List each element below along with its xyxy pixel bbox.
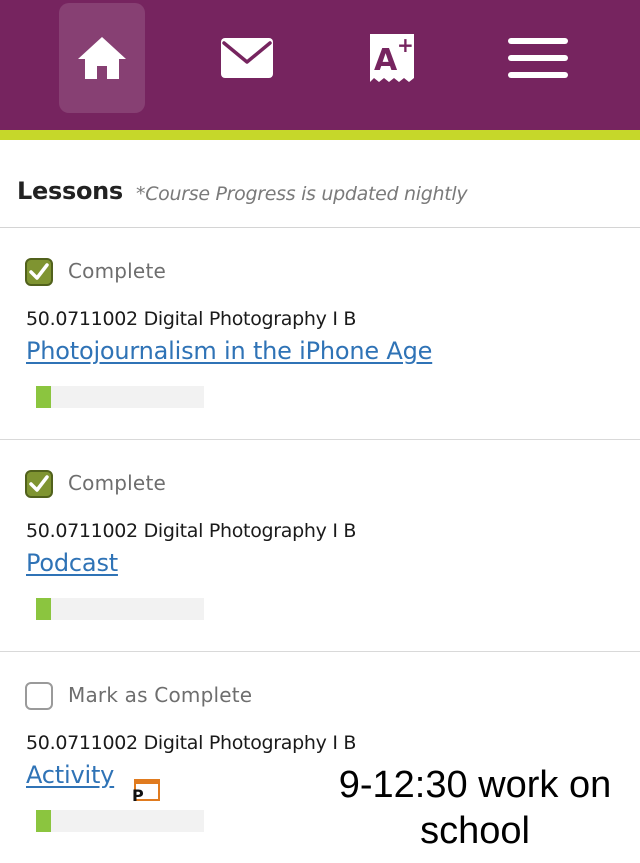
progress-bar xyxy=(36,810,204,832)
svg-text:+: + xyxy=(397,33,414,57)
svg-text:A: A xyxy=(374,43,398,78)
lesson-title-link[interactable]: Activity xyxy=(26,761,114,789)
lesson-title-link[interactable]: Photojournalism in the iPhone Age xyxy=(26,337,432,365)
top-nav-bar: A + xyxy=(0,0,640,130)
svg-text:P: P xyxy=(132,786,144,803)
completion-status: Complete xyxy=(68,471,166,495)
completion-status: Mark as Complete xyxy=(68,683,253,707)
course-name: 50.0711002 Digital Photography I B xyxy=(26,732,357,754)
progress-bar-fill xyxy=(36,386,52,408)
lessons-header: Lessons *Course Progress is updated nigh… xyxy=(0,140,640,228)
mail-icon xyxy=(221,38,273,78)
mark-complete-checkbox[interactable] xyxy=(25,682,53,710)
checkmark-icon xyxy=(29,263,49,280)
complete-checkbox[interactable] xyxy=(25,258,53,286)
completion-status: Complete xyxy=(68,259,166,283)
progress-bar-fill xyxy=(36,598,52,620)
course-name: 50.0711002 Digital Photography I B xyxy=(26,520,357,542)
checkmark-icon xyxy=(29,475,49,492)
nav-messages-button[interactable] xyxy=(204,3,290,113)
top-nav-accent-stripe xyxy=(0,130,640,140)
nav-home-button[interactable] xyxy=(59,3,145,113)
grades-icon: A + xyxy=(370,33,414,82)
nav-menu-button[interactable] xyxy=(495,3,581,113)
page-title: Lessons xyxy=(17,177,123,205)
lesson-title-link[interactable]: Podcast xyxy=(26,549,118,577)
progress-bar xyxy=(36,598,204,620)
lesson-item: Complete 50.0711002 Digital Photography … xyxy=(0,440,640,652)
lesson-item: Complete 50.0711002 Digital Photography … xyxy=(0,228,640,440)
hamburger-menu-icon xyxy=(508,38,568,78)
overlay-caption: 9-12:30 work on school xyxy=(300,762,640,854)
progress-bar xyxy=(36,386,204,408)
course-name: 50.0711002 Digital Photography I B xyxy=(26,308,357,330)
progress-bar-fill xyxy=(36,810,52,832)
complete-checkbox[interactable] xyxy=(25,470,53,498)
progress-update-note: *Course Progress is updated nightly xyxy=(136,183,468,205)
home-icon xyxy=(78,37,126,79)
nav-grades-button[interactable]: A + xyxy=(349,3,435,113)
overlay-caption-line: 9-12:30 work on xyxy=(338,764,612,806)
presentation-icon: P xyxy=(132,779,160,803)
overlay-caption-line: school xyxy=(420,810,530,852)
